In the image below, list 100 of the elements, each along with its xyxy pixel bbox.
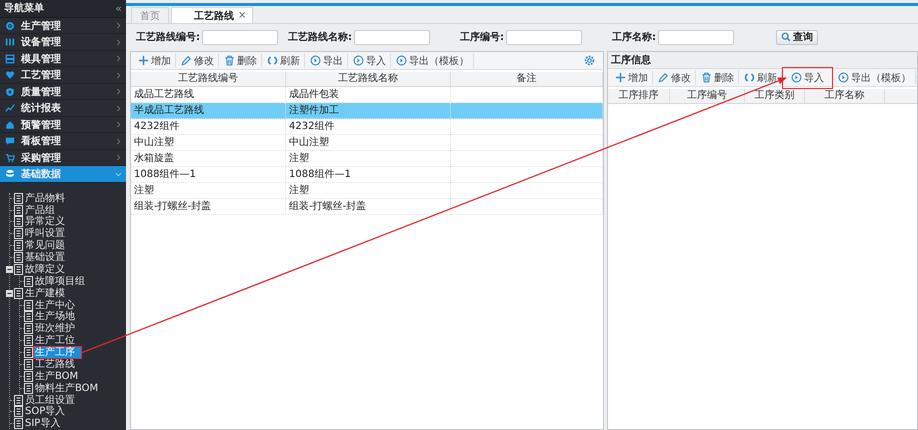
toolbar-button[interactable]: 导入 <box>348 53 391 68</box>
close-icon[interactable]: × <box>238 10 246 21</box>
search-icon <box>781 32 791 42</box>
tree-item[interactable]: 异常定义 <box>23 215 69 228</box>
chevron-right-icon <box>115 138 122 145</box>
document-icon <box>14 240 23 252</box>
tree-item[interactable]: 产品物料 <box>23 192 69 205</box>
document-icon <box>14 252 23 264</box>
table-cell: 1088组件—1 <box>286 167 451 183</box>
table-cell[interactable]: 1088组件—1 <box>131 167 286 183</box>
tree-item[interactable]: 生产工序 <box>33 346 82 360</box>
plus-icon <box>138 55 149 66</box>
field-label: 工序名称: <box>611 30 657 44</box>
tree-item[interactable]: 生产中心 <box>33 298 79 312</box>
column-header[interactable]: 工序名称 <box>805 89 885 104</box>
toolbar-button[interactable]: 增加 <box>610 70 653 85</box>
tree-item[interactable]: 产品组 <box>23 204 59 217</box>
document-icon <box>14 204 23 216</box>
column-header[interactable]: 工序排序 <box>608 89 670 104</box>
column-header[interactable]: 工序类别 <box>745 89 805 104</box>
document-icon <box>24 382 33 394</box>
toolbar-button[interactable]: 修改 <box>176 53 219 68</box>
input-field[interactable] <box>202 30 278 44</box>
shield-icon <box>5 86 15 97</box>
chevron-right-icon <box>115 121 122 128</box>
table-cell: 注塑件加工 <box>286 103 451 119</box>
menu-item[interactable]: 模具管理 <box>0 50 126 68</box>
input-field[interactable] <box>658 30 734 44</box>
toolbar-button[interactable]: 删除 <box>219 53 262 68</box>
document-icon <box>24 335 33 346</box>
table-cell: 组装-打螺丝-封盖 <box>286 199 451 215</box>
table-cell[interactable]: 4232组件 <box>131 119 286 135</box>
toolbar-button[interactable]: 修改 <box>653 70 696 85</box>
toolbar-button[interactable]: 增加 <box>133 53 176 68</box>
column-header[interactable]: 工艺路线名称 <box>286 72 451 87</box>
toolbar-button[interactable]: 导出（模板） <box>391 53 474 68</box>
table-cell: 注塑 <box>286 151 451 167</box>
chart-icon <box>5 103 15 114</box>
table-cell[interactable]: 组装-打螺丝-封盖 <box>131 199 286 215</box>
menu-item[interactable]: 看板管理 <box>0 133 126 150</box>
tree-item[interactable]: 物料生产BOM <box>33 382 102 395</box>
collapse-toggle-icon[interactable] <box>6 290 13 297</box>
menu-item[interactable]: 生产管理 <box>0 18 126 34</box>
tree-item[interactable]: 生产工位 <box>33 334 79 348</box>
table-cell: 注塑 <box>286 183 451 199</box>
toolbar-button[interactable]: 导入 <box>782 66 833 88</box>
document-icon <box>24 276 33 287</box>
toolbar-button[interactable]: 刷新 <box>262 53 305 68</box>
column-header[interactable]: 备注 <box>451 72 603 87</box>
menu-item[interactable]: 预警管理 <box>0 116 126 134</box>
tree-item[interactable]: 基础设置 <box>23 251 69 264</box>
tab[interactable]: 工艺路线 × <box>171 7 254 23</box>
menu-item[interactable]: 工艺管理 <box>0 67 126 84</box>
settings-icon[interactable] <box>584 55 595 66</box>
menu-item[interactable]: 设备管理 <box>0 34 126 51</box>
document-icon <box>14 228 23 240</box>
collapse-button[interactable]: « <box>115 2 122 15</box>
table-cell[interactable]: 水箱旋盖 <box>131 151 286 167</box>
column-header[interactable]: 工艺路线编号 <box>131 72 286 87</box>
tree-item[interactable]: 员工组设置 <box>23 394 79 407</box>
tree-item[interactable]: 呼叫设置 <box>23 227 69 240</box>
chevron-right-icon <box>115 22 122 30</box>
toolbar-button[interactable]: 导出（模板） <box>833 70 916 85</box>
tree-item[interactable]: 故障项目组 <box>33 274 89 288</box>
menu-item[interactable]: 质量管理 <box>0 84 126 100</box>
chevron-right-icon <box>115 154 122 162</box>
field-label: 工艺路线名称: <box>287 30 353 44</box>
tree-item[interactable]: 生产场地 <box>33 310 79 324</box>
document-icon <box>24 347 33 358</box>
table-cell[interactable]: 中山注塑 <box>131 135 286 151</box>
tree-item[interactable]: 故障定义 <box>23 262 69 276</box>
input-field[interactable] <box>506 30 582 44</box>
chevron-right-icon <box>115 38 122 46</box>
tree-item[interactable]: SOP导入 <box>23 405 70 418</box>
pencil-icon <box>658 72 669 83</box>
table-cell[interactable]: 半成品工艺路线 <box>131 103 286 119</box>
column-header[interactable]: 工序编号 <box>670 89 745 104</box>
table-cell[interactable]: 注塑 <box>131 183 286 199</box>
document-icon <box>24 311 33 322</box>
chevron-right-icon <box>115 104 122 112</box>
menu-item[interactable]: 统计报表 <box>0 100 126 117</box>
tree-item[interactable]: 生产建模 <box>23 286 69 300</box>
tree-item[interactable]: 常见问题 <box>23 239 69 252</box>
tree-item[interactable]: 班次维护 <box>33 322 79 336</box>
document-icon <box>14 406 23 418</box>
document-icon <box>24 358 33 370</box>
document-icon <box>14 216 23 228</box>
table-cell: 中山注塑 <box>286 135 451 151</box>
input-field[interactable] <box>354 30 430 44</box>
toolbar-button[interactable]: 删除 <box>696 70 739 85</box>
collapse-toggle-icon[interactable] <box>6 266 13 273</box>
database-icon <box>5 169 15 180</box>
tree-item[interactable]: 工艺路线 <box>33 358 79 371</box>
house-icon <box>5 120 15 130</box>
bars-icon <box>5 37 15 48</box>
tree-item[interactable]: SIP导入 <box>23 417 64 430</box>
toolbar-button[interactable]: 导出 <box>305 53 348 68</box>
search-button[interactable]: 查询 <box>776 30 818 44</box>
tree-item[interactable]: 生产BOM <box>33 370 82 383</box>
plus-icon <box>615 72 626 83</box>
